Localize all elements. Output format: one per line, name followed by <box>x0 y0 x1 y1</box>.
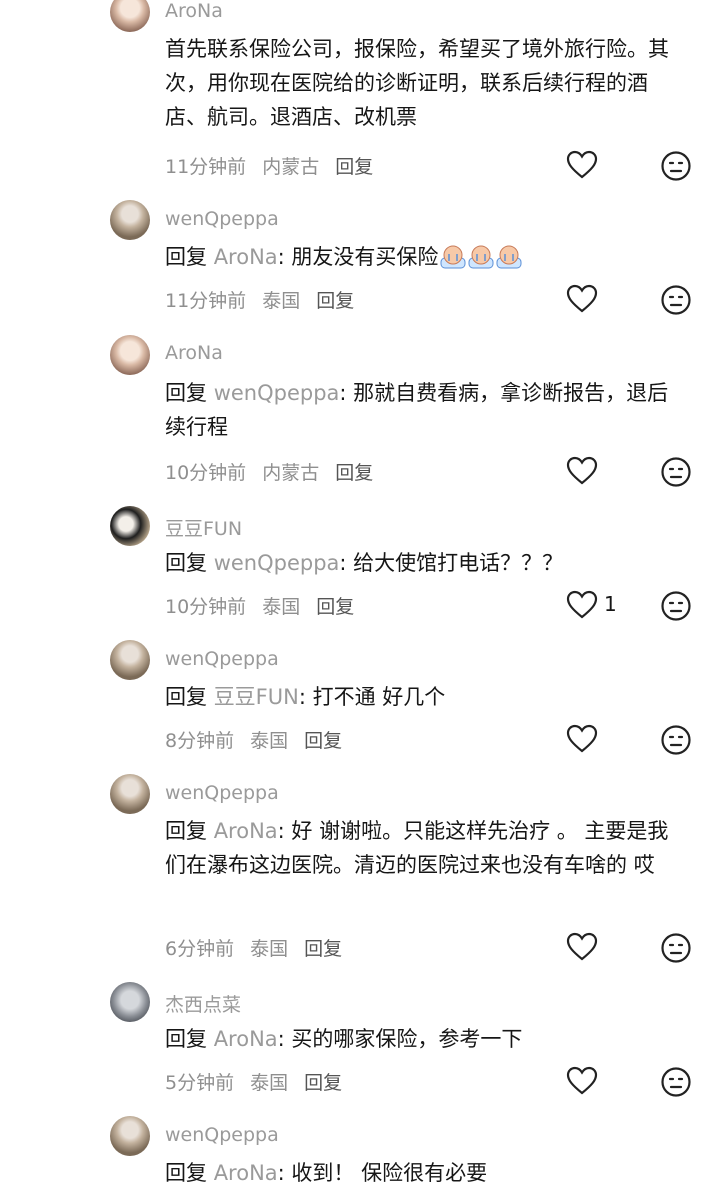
avatar[interactable] <box>110 640 150 680</box>
timestamp: 5分钟前 <box>165 1072 235 1094</box>
comment-text: 回复 AroNa: 好 谢谢啦。只能这样先治疗 。 主要是我们在瀑布这边医院。清… <box>165 814 685 882</box>
username[interactable]: wenQpeppa <box>165 782 279 804</box>
location: 内蒙古 <box>262 156 320 178</box>
timestamp: 10分钟前 <box>165 462 247 484</box>
comment-meta: 10分钟前 内蒙古 回复 <box>165 458 389 485</box>
crying-face-icon <box>468 245 494 269</box>
comment-text: 首先联系保险公司，报保险，希望买了境外旅行险。其次，用你现在医院给的诊断证明，联… <box>165 37 669 129</box>
heart-icon[interactable] <box>566 1066 598 1096</box>
comment-text: 回复 AroNa: 收到！ 保险很有必要 <box>165 1156 685 1190</box>
reply-prefix: 回复 <box>165 1027 207 1051</box>
heart-icon[interactable] <box>566 590 598 620</box>
avatar[interactable] <box>110 0 150 32</box>
comment-meta: 6分钟前 泰国 回复 <box>165 934 358 961</box>
avatar[interactable] <box>110 1116 150 1156</box>
comment-body: : 买的哪家保险，参考一下 <box>277 1027 523 1051</box>
reply-button[interactable]: 回复 <box>316 596 354 618</box>
location: 泰国 <box>262 290 301 312</box>
reply-button[interactable]: 回复 <box>304 730 342 752</box>
timestamp: 11分钟前 <box>165 290 247 312</box>
location: 泰国 <box>262 596 301 618</box>
comment-text: 回复 AroNa: 朋友没有买保险 <box>165 240 685 274</box>
reply-to-user[interactable]: AroNa <box>214 245 278 269</box>
comment-meta: 10分钟前 泰国 回复 <box>165 592 370 619</box>
dislike-face-icon[interactable] <box>660 1066 692 1098</box>
comment-body: : 朋友没有买保险 <box>277 245 439 269</box>
heart-icon[interactable] <box>566 150 598 180</box>
reply-to-user[interactable]: AroNa <box>214 819 278 843</box>
avatar[interactable] <box>110 774 150 814</box>
username[interactable]: 杰西点菜 <box>165 990 241 1017</box>
comment-text: 回复 wenQpeppa: 给大使馆打电话？？？ <box>165 546 685 580</box>
reply-to-user[interactable]: AroNa <box>214 1027 278 1051</box>
comment-meta: 11分钟前 内蒙古 回复 <box>165 152 389 179</box>
location: 泰国 <box>250 938 289 960</box>
username[interactable]: wenQpeppa <box>165 648 279 670</box>
timestamp: 10分钟前 <box>165 596 247 618</box>
heart-icon[interactable] <box>566 284 598 314</box>
avatar[interactable] <box>110 335 150 375</box>
location: 泰国 <box>250 730 289 752</box>
username[interactable]: wenQpeppa <box>165 208 279 230</box>
reply-button[interactable]: 回复 <box>316 290 354 312</box>
reply-to-user[interactable]: AroNa <box>214 1161 278 1185</box>
heart-icon[interactable] <box>566 932 598 962</box>
username[interactable]: wenQpeppa <box>165 1124 279 1146</box>
comment-body: : 给大使馆打电话？？？ <box>339 551 564 575</box>
crying-face-icon <box>496 245 522 269</box>
username[interactable]: AroNa <box>165 0 223 22</box>
reply-to-user[interactable]: 豆豆FUN <box>214 685 299 709</box>
dislike-face-icon[interactable] <box>660 724 692 756</box>
dislike-face-icon[interactable] <box>660 284 692 316</box>
like-count: 1 <box>604 592 617 616</box>
crying-face-icon <box>440 245 466 269</box>
timestamp: 11分钟前 <box>165 156 247 178</box>
comment-text: 回复 wenQpeppa: 那就自费看病，拿诊断报告，退后续行程 <box>165 376 685 444</box>
dislike-face-icon[interactable] <box>660 932 692 964</box>
comment-text: 回复 AroNa: 买的哪家保险，参考一下 <box>165 1022 685 1056</box>
reply-prefix: 回复 <box>165 1161 207 1185</box>
comment-meta: 5分钟前 泰国 回复 <box>165 1068 358 1095</box>
avatar[interactable] <box>110 506 150 546</box>
heart-icon[interactable] <box>566 456 598 486</box>
location: 内蒙古 <box>262 462 320 484</box>
reply-prefix: 回复 <box>165 551 207 575</box>
avatar[interactable] <box>110 200 150 240</box>
timestamp: 6分钟前 <box>165 938 235 960</box>
reply-prefix: 回复 <box>165 819 207 843</box>
reply-button[interactable]: 回复 <box>304 938 342 960</box>
reply-button[interactable]: 回复 <box>304 1072 342 1094</box>
reply-button[interactable]: 回复 <box>335 156 373 178</box>
location: 泰国 <box>250 1072 289 1094</box>
reply-to-user[interactable]: wenQpeppa <box>214 381 340 405</box>
comment-meta: 11分钟前 泰国 回复 <box>165 286 370 313</box>
reply-to-user[interactable]: wenQpeppa <box>214 551 340 575</box>
reply-prefix: 回复 <box>165 685 207 709</box>
comment-text: 回复 豆豆FUN: 打不通 好几个 <box>165 680 685 714</box>
heart-icon[interactable] <box>566 724 598 754</box>
dislike-face-icon[interactable] <box>660 456 692 488</box>
reply-prefix: 回复 <box>165 245 207 269</box>
username[interactable]: 豆豆FUN <box>165 514 242 541</box>
reply-button[interactable]: 回复 <box>335 462 373 484</box>
avatar[interactable] <box>110 982 150 1022</box>
dislike-face-icon[interactable] <box>660 150 692 182</box>
dislike-face-icon[interactable] <box>660 590 692 622</box>
comment-body: : 打不通 好几个 <box>298 685 446 709</box>
reply-prefix: 回复 <box>165 381 207 405</box>
username[interactable]: AroNa <box>165 342 223 364</box>
timestamp: 8分钟前 <box>165 730 235 752</box>
comment-meta: 8分钟前 泰国 回复 <box>165 726 358 753</box>
comment-body: : 收到！ 保险很有必要 <box>277 1161 488 1185</box>
